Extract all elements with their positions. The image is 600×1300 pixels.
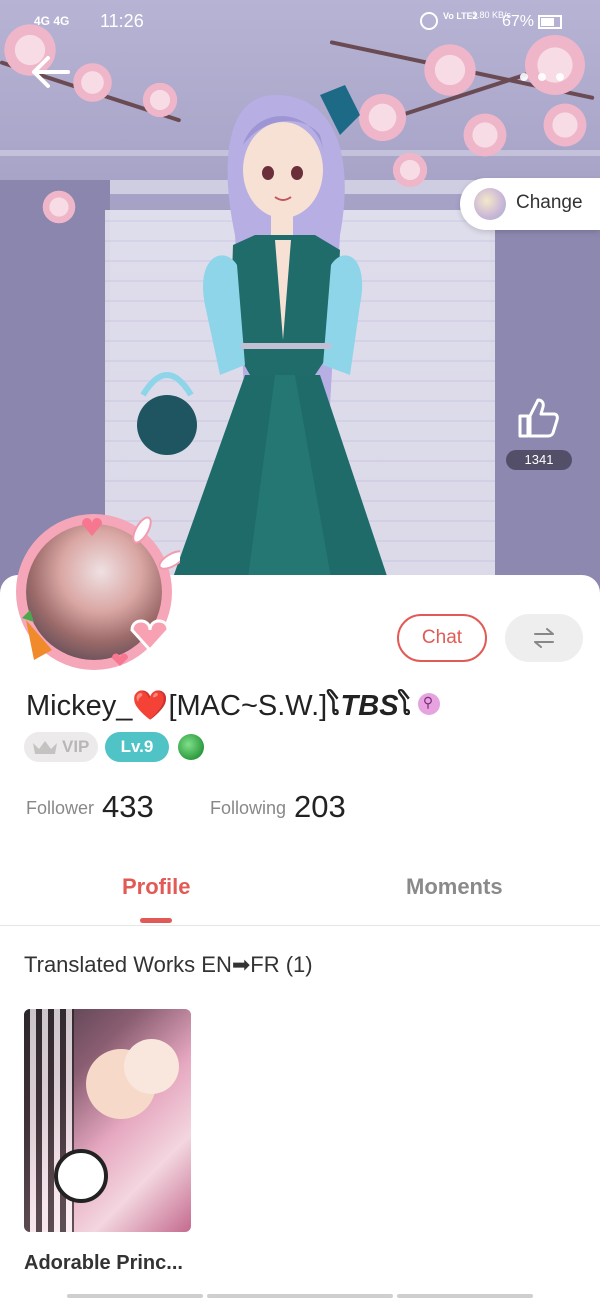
thumbs-up-icon — [518, 398, 559, 438]
chat-button[interactable]: Chat — [397, 614, 487, 662]
level-badge[interactable]: Lv.9 — [105, 732, 169, 762]
following-label: Following — [210, 798, 287, 818]
crown-icon — [33, 741, 57, 754]
active-tab-indicator — [140, 918, 172, 923]
alarm-icon — [420, 12, 438, 30]
blossom — [540, 100, 590, 150]
book-cover[interactable] — [24, 1009, 191, 1232]
username-part: ໂ — [327, 690, 341, 722]
outfit-thumbnail-icon — [474, 188, 506, 220]
status-bar: 4G 4G 11:26 Vo LTE2 3.80 KB/s 67% — [0, 0, 600, 44]
username: Mickey_❤️[MAC~S.W.]ໂTBSໂ — [26, 688, 440, 723]
avatar[interactable] — [12, 510, 180, 678]
like-count: 1341 — [506, 450, 572, 470]
tab-profile[interactable]: Profile — [122, 874, 190, 900]
follower-stat[interactable]: Follower 433 — [26, 786, 154, 824]
blossom — [70, 60, 115, 105]
status-time: 11:26 — [100, 11, 144, 31]
vip-badge[interactable]: VIP — [24, 732, 98, 762]
female-icon — [417, 693, 440, 716]
blossom — [40, 188, 78, 226]
following-stat[interactable]: Following 203 — [210, 786, 346, 824]
battery-icon — [538, 15, 562, 29]
follower-count: 433 — [102, 789, 154, 824]
tab-moments[interactable]: Moments — [406, 874, 503, 900]
battery-percent: 67% — [502, 13, 535, 30]
globe-icon[interactable] — [178, 734, 204, 760]
username-part: Mickey_ — [26, 690, 133, 722]
username-part: ໂ — [398, 690, 412, 722]
swap-button[interactable] — [505, 614, 583, 662]
blossom — [460, 110, 510, 160]
follower-label: Follower — [26, 798, 95, 818]
avatar-frame-decorations — [22, 516, 180, 666]
change-label: Change — [516, 192, 583, 213]
swap-arrows-icon — [534, 628, 554, 648]
vip-label: VIP — [62, 737, 90, 756]
username-part: TBS — [340, 690, 399, 722]
page-indicator-dots — [520, 68, 574, 86]
arrow-left-icon[interactable] — [28, 54, 72, 90]
change-outfit-button[interactable]: Change — [460, 178, 600, 230]
translated-works-title: Translated Works EN➡FR (1) — [24, 952, 313, 977]
book-title[interactable]: Adorable Princ... — [24, 1252, 183, 1275]
heart-emoji: ❤️ — [132, 690, 169, 722]
signal-indicator: 4G 4G — [34, 14, 70, 28]
divider — [0, 925, 600, 926]
wall-panel — [490, 180, 600, 600]
cover-art — [54, 1149, 108, 1203]
following-count: 203 — [294, 789, 346, 824]
username-part: [MAC~S.W.] — [168, 690, 328, 722]
cover-art — [124, 1039, 179, 1094]
